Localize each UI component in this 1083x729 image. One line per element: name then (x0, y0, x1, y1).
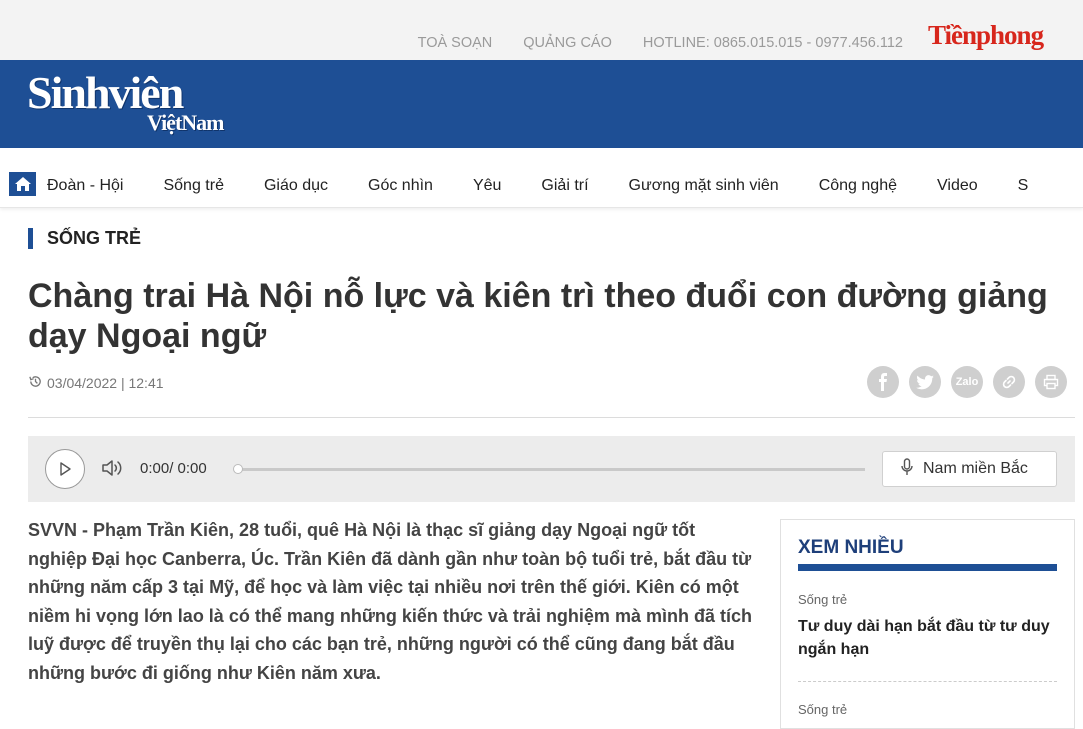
nav-item-more[interactable]: S (1018, 177, 1029, 195)
nav-item-video[interactable]: Video (937, 177, 978, 195)
article-title: Chàng trai Hà Nội nỗ lực và kiên trì the… (28, 277, 1048, 355)
most-viewed-box: XEM NHIỀU Sống trẻ Tư duy dài hạn bắt đầ… (780, 519, 1075, 729)
article-date: 03/04/2022 | 12:41 (47, 375, 164, 391)
article-category[interactable]: SỐNG TRẺ (28, 228, 141, 249)
voice-select-button[interactable]: Nam miền Bắc (882, 451, 1057, 487)
site-header: Sinhviên ViệtNam (0, 60, 1083, 148)
home-icon[interactable] (9, 172, 36, 196)
play-button[interactable] (45, 449, 85, 489)
hotline-text: HOTLINE: 0865.015.015 - 0977.456.112 (642, 35, 903, 51)
most-viewed-heading: XEM NHIỀU (798, 537, 904, 558)
item-category[interactable]: Sống trẻ (798, 702, 1057, 717)
list-item[interactable]: Sống trẻ Tư duy dài hạn bắt đầu từ tư du… (798, 592, 1057, 661)
top-links: TOÀ SOẠN QUẢNG CÁO HOTLINE: 0865.015.015… (418, 35, 903, 51)
nav-items: Đoàn - Hội Sống trẻ Giáo dục Góc nhìn Yê… (47, 177, 1068, 195)
link-toa-soan[interactable]: TOÀ SOẠN (418, 35, 493, 51)
print-icon[interactable] (1035, 366, 1067, 398)
item-title[interactable]: Tư duy dài hạn bắt đầu từ tư duy ngắn hạ… (798, 615, 1057, 661)
history-icon (28, 374, 43, 392)
nav-item-doan-hoi[interactable]: Đoàn - Hội (47, 177, 123, 195)
heading-underline (798, 564, 1057, 571)
audio-progress-knob[interactable] (233, 464, 243, 474)
nav-item-giao-duc[interactable]: Giáo dục (264, 177, 328, 195)
share-buttons: Zalo (867, 366, 1067, 398)
nav-item-guong-mat[interactable]: Gương mặt sinh viên (629, 177, 779, 195)
twitter-icon[interactable] (909, 366, 941, 398)
volume-icon[interactable] (101, 458, 125, 483)
audio-progress-track[interactable] (235, 468, 865, 471)
microphone-icon (901, 457, 913, 481)
item-divider (798, 681, 1057, 682)
voice-label: Nam miền Bắc (923, 460, 1028, 477)
nav-item-goc-nhin[interactable]: Góc nhìn (368, 177, 433, 195)
tienphong-logo[interactable]: Tiềnphong (928, 20, 1044, 51)
nav-item-song-tre[interactable]: Sống trẻ (163, 177, 223, 195)
divider (28, 417, 1075, 418)
zalo-icon[interactable]: Zalo (951, 366, 983, 398)
list-item[interactable]: Sống trẻ (798, 702, 1057, 717)
audio-time: 0:00/ 0:00 (140, 460, 207, 477)
nav-item-giai-tri[interactable]: Giải trí (541, 177, 588, 195)
nav-item-cong-nghe[interactable]: Công nghệ (819, 177, 897, 195)
zalo-label: Zalo (955, 376, 979, 388)
facebook-icon[interactable] (867, 366, 899, 398)
item-category[interactable]: Sống trẻ (798, 592, 1057, 607)
article-meta: 03/04/2022 | 12:41 (28, 374, 164, 392)
site-logo[interactable]: Sinhviên ViệtNam (27, 68, 224, 136)
audio-player: 0:00/ 0:00 Nam miền Bắc (28, 436, 1075, 502)
nav-item-yeu[interactable]: Yêu (473, 177, 501, 195)
main-nav: Đoàn - Hội Sống trẻ Giáo dục Góc nhìn Yê… (0, 148, 1083, 208)
article-lead: SVVN - Phạm Trần Kiên, 28 tuổi, quê Hà N… (28, 520, 752, 683)
top-utility-bar: TOÀ SOẠN QUẢNG CÁO HOTLINE: 0865.015.015… (0, 0, 1083, 60)
link-icon[interactable] (993, 366, 1025, 398)
link-quang-cao[interactable]: QUẢNG CÁO (523, 35, 612, 51)
logo-line2: ViệtNam (147, 110, 224, 135)
